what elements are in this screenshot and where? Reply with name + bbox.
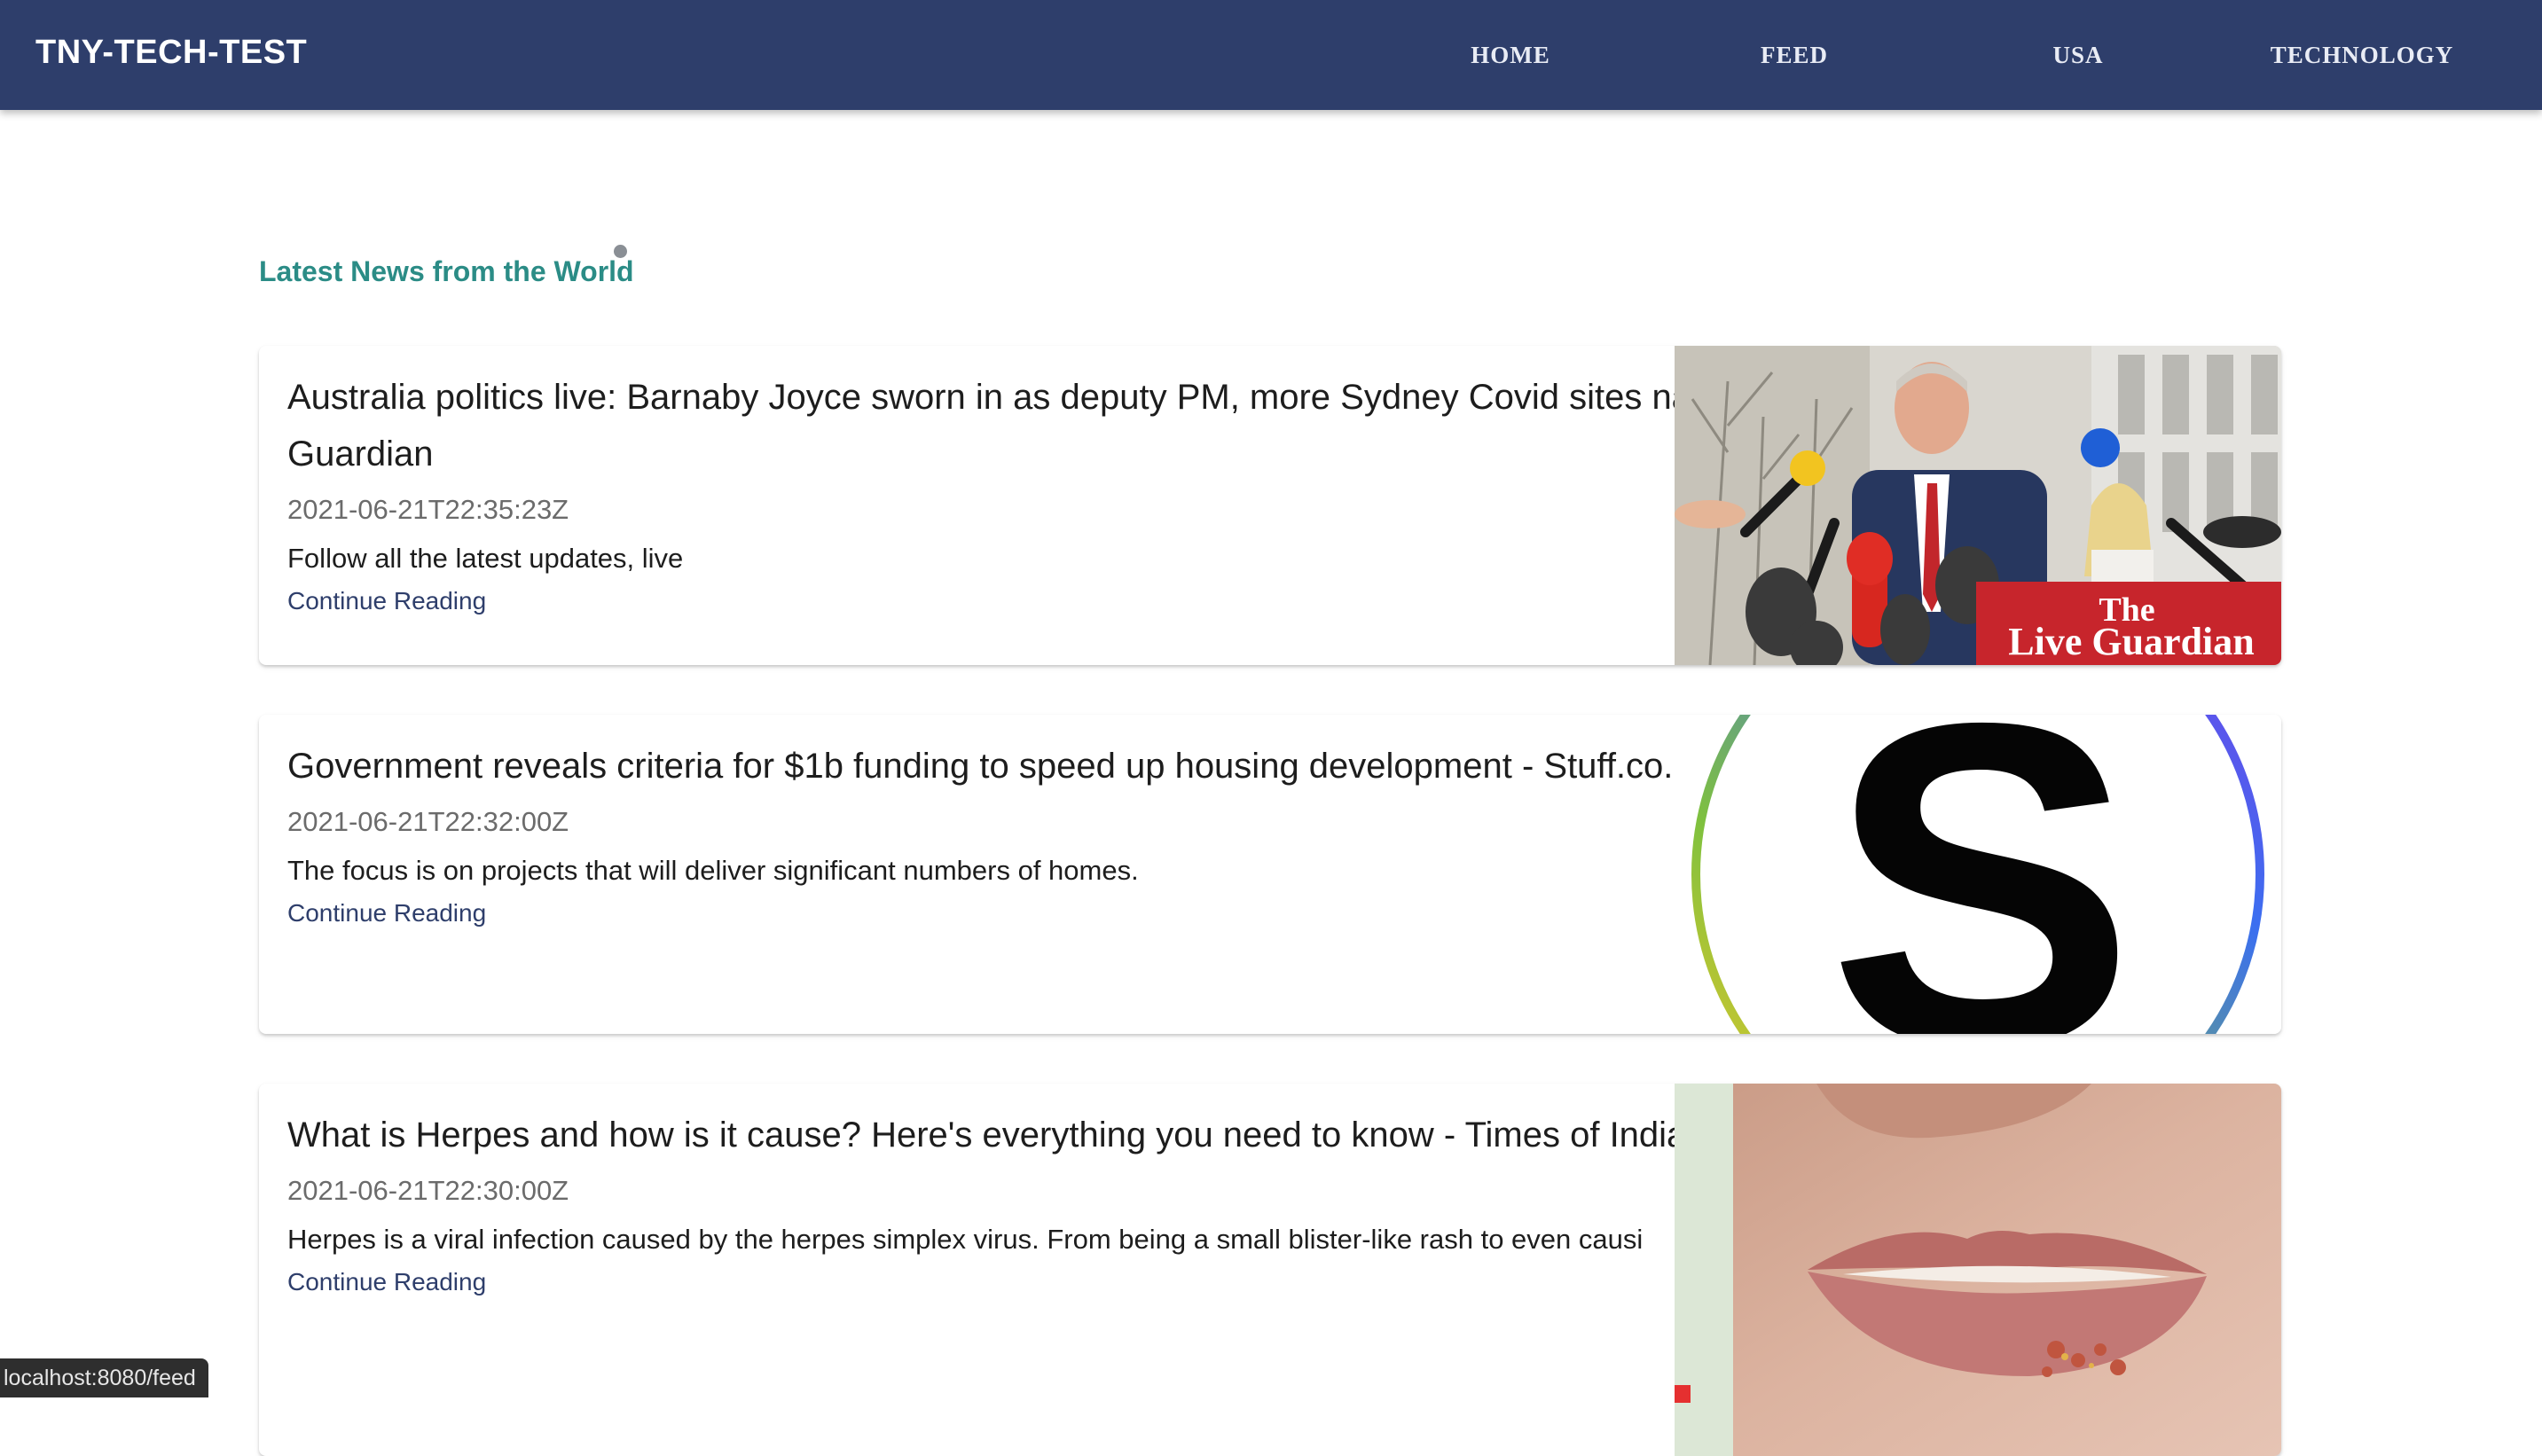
lips-closeup-image[interactable] (1675, 1084, 2281, 1456)
guardian-press-conference-image[interactable]: The Live Guardian (1675, 346, 2281, 665)
news-card-body: Australia politics live: Barnaby Joyce s… (287, 369, 1910, 619)
nav-feed[interactable]: FEED (1703, 0, 1886, 110)
section-title: Latest News from the World (259, 255, 634, 287)
nav-home[interactable]: HOME (1419, 0, 1602, 110)
news-card-title[interactable]: Government reveals criteria for $1b fund… (287, 738, 1910, 795)
nav-usa[interactable]: USA (1987, 0, 2169, 110)
news-card-title[interactable]: Australia politics live: Barnaby Joyce s… (287, 369, 1910, 482)
title-dot-indicator (614, 245, 627, 258)
browser-status-bar: localhost:8080/feed (0, 1358, 208, 1397)
news-card-body: What is Herpes and how is it cause? Here… (287, 1107, 1910, 1300)
stuff-s-glyph: S (1828, 715, 2136, 1034)
news-card: Australia politics live: Barnaby Joyce s… (259, 346, 2281, 665)
news-card: What is Herpes and how is it cause? Here… (259, 1084, 2281, 1456)
news-card-description: The focus is on projects that will deliv… (287, 855, 1139, 886)
guardian-logo-text: Live Guardian (2008, 620, 2255, 663)
news-card-date: 2021-06-21T22:30:00Z (287, 1175, 569, 1206)
news-card-title[interactable]: What is Herpes and how is it cause? Here… (287, 1107, 1910, 1163)
continue-reading-link[interactable]: Continue Reading (287, 896, 486, 931)
continue-reading-link[interactable]: Continue Reading (287, 583, 486, 619)
news-card-description: Herpes is a viral infection caused by th… (287, 1224, 1644, 1255)
continue-reading-link[interactable]: Continue Reading (287, 1264, 486, 1300)
nav-technology[interactable]: TECHNOLOGY (2253, 0, 2471, 110)
news-card-description: Follow all the latest updates, live (287, 543, 684, 574)
top-navbar: TNY-TECH-TEST HOME FEED USA TECHNOLOGY (0, 0, 2542, 110)
brand-logo[interactable]: TNY-TECH-TEST (35, 32, 307, 73)
news-card-date: 2021-06-21T22:35:23Z (287, 494, 569, 525)
news-card: Government reveals criteria for $1b fund… (259, 715, 2281, 1034)
stuff-logo-image[interactable]: S (1675, 715, 2281, 1034)
news-card-date: 2021-06-21T22:32:00Z (287, 806, 569, 837)
news-card-body: Government reveals criteria for $1b fund… (287, 738, 1910, 931)
